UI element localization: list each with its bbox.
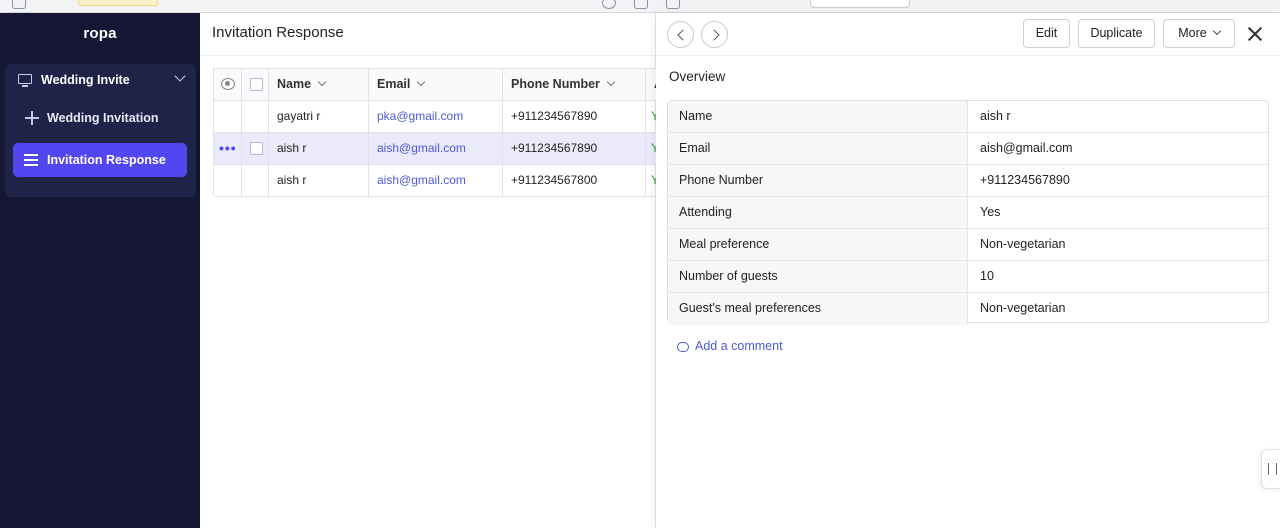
sidebar-item-label: Wedding Invitation [47, 111, 159, 125]
share-icon[interactable] [634, 0, 648, 9]
field-label: Email [668, 133, 968, 164]
select-all-cell [242, 69, 269, 100]
cell-email[interactable]: aish@gmail.com [369, 165, 503, 196]
more-options-icon[interactable]: ••• [219, 141, 237, 155]
row-actions-cell[interactable]: ••• [214, 133, 242, 164]
eye-icon[interactable] [221, 78, 235, 90]
column-header-label: Phone Number [511, 77, 600, 91]
chevron-down-icon [317, 77, 327, 87]
next-record-button[interactable] [701, 21, 728, 48]
sidebar: ropa Wedding Invite Wedding Invitation I… [0, 13, 200, 528]
cell-phone: +911234567800 [503, 165, 646, 196]
section-title: Overview [669, 69, 726, 84]
divider [656, 55, 1280, 56]
field-row: Phone Number +911234567890 [668, 165, 1268, 197]
row-actions-cell [214, 101, 242, 132]
table-row[interactable]: gayatri r pka@gmail.com +911234567890 Ye [214, 101, 657, 133]
monitor-icon [18, 74, 32, 87]
field-value-email-link[interactable]: aish@gmail.com [980, 133, 1073, 164]
edit-button[interactable]: Edit [1023, 19, 1070, 48]
add-comment-label: Add a comment [695, 339, 783, 353]
row-actions-cell [214, 165, 242, 196]
table-row[interactable]: aish r aish@gmail.com +911234567800 Ye [214, 165, 657, 197]
cell-email[interactable]: aish@gmail.com [369, 133, 503, 164]
table-header: Name Email Phone Number A [214, 69, 657, 101]
column-visibility-cell[interactable] [214, 69, 242, 100]
brand-logo: ropa [83, 25, 117, 42]
column-header-label: Email [377, 77, 411, 91]
panel-resize-handle[interactable] [1261, 449, 1280, 489]
workspace-select[interactable] [810, 0, 910, 8]
more-button[interactable]: More [1163, 19, 1235, 48]
column-header-email[interactable]: Email [369, 69, 503, 100]
top-app-bar [0, 0, 1280, 13]
status-chip [78, 0, 158, 6]
row-checkbox[interactable] [250, 142, 263, 155]
field-label: Phone Number [668, 165, 968, 196]
chevron-down-icon [174, 70, 186, 82]
cell-name: aish r [269, 133, 369, 164]
plus-icon [25, 111, 39, 125]
field-row: Attending Yes [668, 197, 1268, 229]
field-value: 10 [980, 269, 994, 283]
field-label: Name [668, 101, 968, 132]
field-label: Attending [668, 197, 968, 228]
field-label: Meal preference [668, 229, 968, 260]
close-icon[interactable] [1247, 26, 1263, 42]
cell-name: aish r [269, 165, 369, 196]
nav-group-label: Wedding Invite [41, 73, 130, 87]
field-row: Guest's meal preferences Non-vegetarian [668, 293, 1268, 325]
column-header-label: Name [277, 77, 312, 91]
chevron-down-icon [606, 77, 616, 87]
sidebar-item-invitation-response[interactable]: Invitation Response [13, 143, 187, 177]
sidebar-item-label: Invitation Response [47, 153, 166, 167]
table-row[interactable]: ••• aish r aish@gmail.com +911234567890 … [214, 133, 657, 165]
field-value: +911234567890 [980, 173, 1070, 187]
settings-icon[interactable] [666, 0, 680, 9]
field-row: Email aish@gmail.com [668, 133, 1268, 165]
cell-email[interactable]: pka@gmail.com [369, 101, 503, 132]
records-table: Name Email Phone Number A gayatri r pka@… [213, 68, 657, 197]
overview-table: Name aish r Email aish@gmail.com Phone N… [667, 100, 1269, 325]
help-bubble-icon[interactable] [602, 0, 616, 9]
field-value: Yes [980, 205, 1001, 219]
cell-name: gayatri r [269, 101, 369, 132]
comment-icon [677, 342, 689, 352]
nav-group-wedding-invite: Wedding Invite Wedding Invitation Invita… [5, 64, 196, 197]
more-button-label: More [1178, 26, 1207, 40]
list-icon [24, 154, 38, 166]
field-row: Number of guests 10 [668, 261, 1268, 293]
field-value: aish r [980, 109, 1011, 123]
column-header-phone[interactable]: Phone Number [503, 69, 646, 100]
divider [200, 55, 656, 56]
page-title: Invitation Response [212, 24, 344, 41]
column-header-name[interactable]: Name [269, 69, 369, 100]
select-all-checkbox[interactable] [250, 78, 263, 91]
field-value: Non-vegetarian [980, 237, 1066, 251]
field-row: Name aish r [668, 101, 1268, 133]
row-checkbox-cell [242, 133, 269, 164]
field-value: Non-vegetarian [980, 301, 1066, 315]
main-content: Invitation Response Name Email Phone Num… [200, 13, 657, 528]
record-detail-panel: Edit Duplicate More Overview Name aish r… [656, 13, 1280, 528]
cell-phone: +911234567890 [503, 133, 646, 164]
sidebar-item-wedding-invitation[interactable]: Wedding Invitation [13, 101, 187, 135]
field-row: Meal preference Non-vegetarian [668, 229, 1268, 261]
row-checkbox-cell [242, 101, 269, 132]
app-menu-icon[interactable] [12, 0, 26, 9]
chevron-down-icon [417, 77, 426, 87]
chevron-down-icon [1212, 26, 1221, 36]
field-label: Number of guests [668, 261, 968, 292]
cell-phone: +911234567890 [503, 101, 646, 132]
field-label: Guest's meal preferences [668, 293, 968, 325]
duplicate-button[interactable]: Duplicate [1078, 19, 1155, 48]
nav-group-header[interactable]: Wedding Invite [5, 64, 196, 98]
previous-record-button[interactable] [667, 21, 694, 48]
row-checkbox-cell [242, 165, 269, 196]
